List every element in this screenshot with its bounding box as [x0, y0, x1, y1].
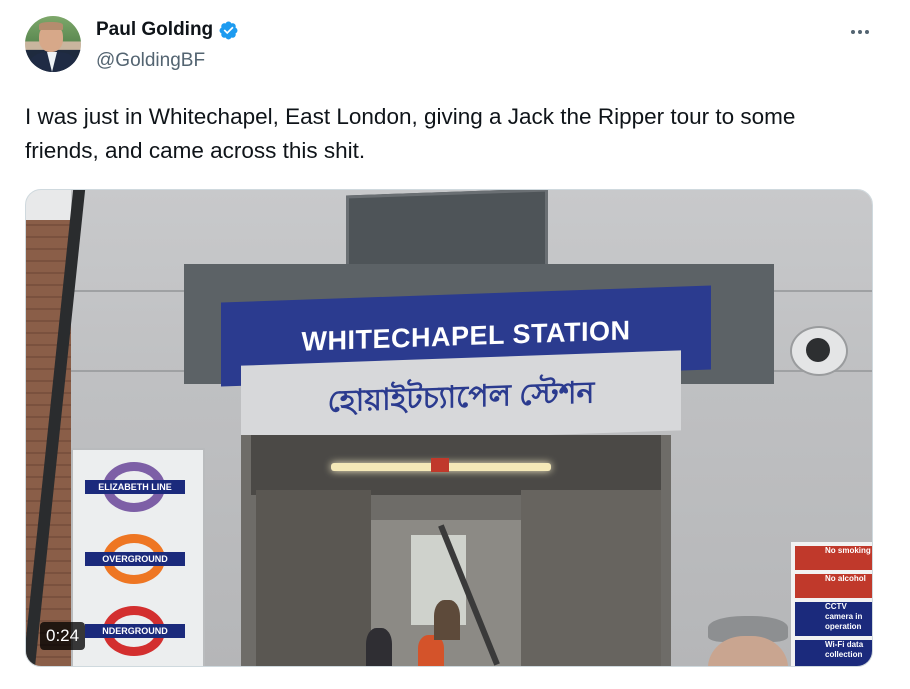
red-light: [431, 458, 449, 472]
entrance-wall-left: [256, 490, 371, 666]
more-options-icon[interactable]: [846, 18, 874, 46]
roundel-label-overground: OVERGROUND: [85, 552, 185, 566]
verified-badge-icon: [219, 21, 238, 39]
station-sign-bengali: হোয়াইটচ্যাপেল স্টেশন: [241, 350, 681, 446]
station-sign-english-text: WHITECHAPEL STATION: [301, 314, 631, 357]
pedestrian: [434, 600, 460, 640]
safety-notice-cctv: CCTV camera in operation: [795, 602, 872, 636]
author-name[interactable]: Paul Golding: [96, 19, 213, 41]
safety-notice-panel: No smoking No alcohol CCTV camera in ope…: [791, 542, 872, 666]
avatar[interactable]: [25, 16, 81, 72]
cctv-camera: [790, 326, 848, 376]
tweet-text: I was just in Whitechapel, East London, …: [25, 104, 796, 163]
station-sign-bengali-text: হোয়াইটচ্যাপেল স্টেশন: [327, 375, 595, 419]
safety-notice-wifi: Wi-Fi data collection: [795, 640, 872, 666]
roundel-label-elizabeth: ELIZABETH LINE: [85, 480, 185, 494]
roundel-label-underground: NDERGROUND: [85, 624, 185, 638]
entrance-wall-right: [521, 490, 661, 666]
video-duration-badge: 0:24: [40, 622, 86, 650]
pedestrian: [366, 628, 392, 666]
video-player[interactable]: WHITECHAPEL STATION হোয়াইটচ্যাপেল স্টেশ…: [25, 189, 873, 667]
safety-notice-no-smoking: No smoking: [795, 546, 872, 570]
roundel-totem: ELIZABETH LINE OVERGROUND NDERGROUND: [71, 448, 205, 666]
safety-notice-no-alcohol: No alcohol: [795, 574, 872, 598]
author-name-row[interactable]: Paul Golding: [96, 19, 239, 41]
author-handle[interactable]: @GoldingBF: [96, 50, 205, 72]
